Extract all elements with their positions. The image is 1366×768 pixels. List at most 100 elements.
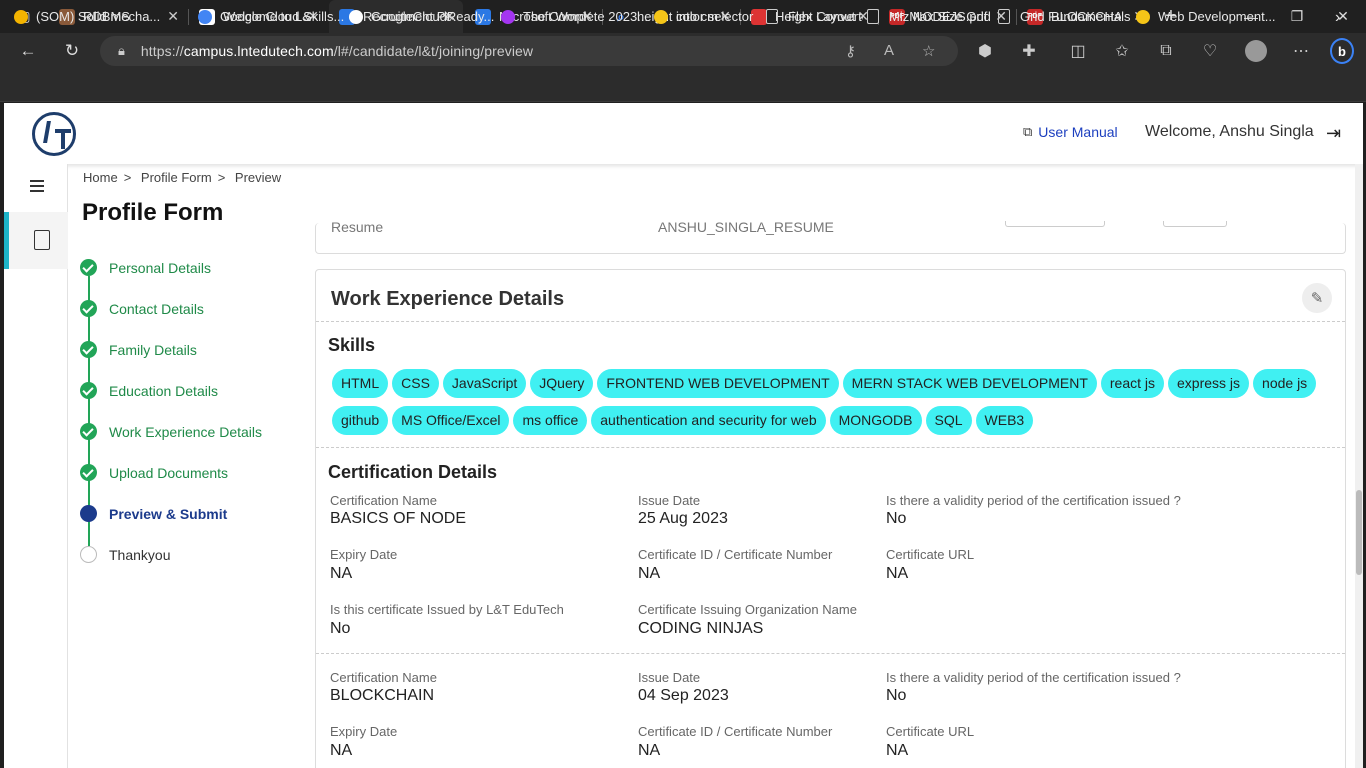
- page-icon: [766, 9, 778, 24]
- puzzle-icon[interactable]: ✚: [1017, 40, 1041, 62]
- resume-value: ANSHU_SINGLA_RESUME: [658, 219, 834, 235]
- field-value: NA: [638, 742, 661, 759]
- field-value: No: [886, 687, 907, 704]
- lnt-logo[interactable]: [32, 112, 76, 156]
- breadcrumb-separator: >: [217, 170, 226, 185]
- skill-chip: JQuery: [530, 369, 594, 398]
- logout-icon[interactable]: ⇥: [1326, 123, 1341, 144]
- bookmark-label: The Complete 2023...: [523, 9, 649, 24]
- bookmark-item[interactable]: MizMax Size Grid: [867, 9, 991, 24]
- skill-chip: WEB3: [975, 406, 1034, 435]
- bookmarks-overflow-icon[interactable]: ›: [1335, 9, 1340, 27]
- skill-chip: MS Office/Excel: [392, 406, 510, 435]
- edit-pencil-icon[interactable]: ✎: [1302, 283, 1332, 313]
- restore-icon[interactable]: ❐: [1274, 0, 1320, 33]
- address-bar[interactable]: 🔒︎ https://campus.lntedutech.com/l#/cand…: [100, 36, 958, 66]
- skills-heading: Skills: [328, 335, 376, 355]
- step-work-experience-details[interactable]: Work Experience Details: [80, 411, 262, 452]
- heart-icon[interactable]: ♡: [1198, 40, 1222, 62]
- bing-icon[interactable]: b: [1330, 38, 1354, 64]
- breadcrumb-profile-form[interactable]: Profile Form: [141, 170, 212, 185]
- collections-icon[interactable]: ⧉: [1154, 40, 1178, 62]
- close-window-icon[interactable]: ✕: [1320, 0, 1366, 33]
- field-label: Certificate Issuing Organization Name: [638, 602, 857, 617]
- field-value: 25 Aug 2023: [638, 510, 728, 527]
- step-contact-details[interactable]: Contact Details: [80, 288, 204, 329]
- skill-chip: github: [332, 406, 389, 435]
- step-family-details[interactable]: Family Details: [80, 329, 197, 370]
- bookmark-icon: [654, 9, 668, 24]
- close-tab-icon[interactable]: ✕: [167, 8, 179, 25]
- field-value: NA: [330, 565, 353, 582]
- page-scrollbar[interactable]: [1355, 164, 1363, 768]
- bookmark-label: Flex Layout: [788, 9, 856, 24]
- bookmark-label: Google Cloud Skills...: [220, 9, 345, 24]
- divider: [316, 447, 1345, 448]
- udemy-icon: [501, 9, 515, 24]
- bookmarks-bar: [0, 69, 1366, 102]
- bookmark-item[interactable]: The Complete 2023...: [501, 9, 648, 24]
- bookmark-label: (SOM) Solid mecha...: [36, 9, 161, 24]
- field-label: Certificate URL: [886, 547, 975, 562]
- download-button[interactable]: [1163, 221, 1227, 227]
- side-nav: [4, 164, 68, 768]
- upload-documents-card: Resume ANSHU_SINGLA_RESUME: [315, 219, 1346, 254]
- split-screen-icon[interactable]: ◫: [1066, 40, 1090, 62]
- resume-label: Resume: [331, 219, 384, 235]
- google-cloud-icon: [198, 9, 212, 24]
- field-label: Expiry Date: [330, 547, 398, 562]
- view-button[interactable]: [1005, 221, 1105, 227]
- field-value: 04 Sep 2023: [638, 687, 729, 704]
- step-education-details[interactable]: Education Details: [80, 370, 218, 411]
- sidebar-item-profile-form[interactable]: [4, 212, 68, 269]
- favorite-star-icon[interactable]: ☆: [922, 42, 935, 60]
- breadcrumb-separator: >: [123, 170, 132, 185]
- field-value: NA: [330, 742, 353, 759]
- skill-chip: HTML: [332, 369, 389, 398]
- skill-chip: react js: [1100, 369, 1164, 398]
- google-icon: [349, 9, 363, 24]
- step-label: Personal Details: [109, 259, 211, 276]
- check-icon: [80, 464, 97, 481]
- certification-heading: Certification Details: [328, 462, 498, 482]
- field-value: BLOCKCHAIN: [330, 687, 435, 704]
- step-upload-documents[interactable]: Upload Documents: [80, 452, 228, 493]
- step-preview-submit[interactable]: Preview & Submit: [80, 493, 227, 534]
- bookmark-item[interactable]: GoogleCloudReady...: [349, 9, 494, 24]
- divider: [316, 653, 1345, 654]
- breadcrumb-home[interactable]: Home: [83, 170, 118, 185]
- key-icon[interactable]: ⚷: [845, 42, 856, 60]
- bookmark-item[interactable]: Grid Fundamentals: [998, 9, 1131, 24]
- back-icon[interactable]: ←: [16, 40, 40, 62]
- skill-chip: SQL: [925, 406, 972, 435]
- skill-chip: JavaScript: [442, 369, 527, 398]
- form-checklist-icon: [34, 230, 50, 250]
- page-icon: [998, 9, 1010, 24]
- profile-avatar-icon[interactable]: [1244, 40, 1268, 62]
- bookmark-item[interactable]: Google Cloud Skills...: [198, 9, 344, 24]
- scrollbar-thumb[interactable]: [1356, 490, 1362, 575]
- bookmark-label: GoogleCloudReady...: [371, 9, 495, 24]
- bookmark-icon: [1136, 9, 1150, 24]
- bookmark-item[interactable]: color selector: [654, 9, 753, 24]
- skill-chip: FRONTEND WEB DEVELOPMENT: [597, 369, 839, 398]
- field-value: BASICS OF NODE: [330, 510, 467, 527]
- refresh-icon[interactable]: ↻: [60, 40, 84, 62]
- favorites-icon[interactable]: ✩: [1110, 40, 1134, 62]
- step-thankyou[interactable]: Thankyou: [80, 534, 170, 575]
- skill-chip: authentication and security for web: [591, 406, 826, 435]
- more-menu-icon[interactable]: ⋯: [1289, 40, 1313, 62]
- read-aloud-icon[interactable]: A: [884, 42, 894, 59]
- hamburger-menu-icon[interactable]: [30, 180, 44, 195]
- section-title: Work Experience Details: [331, 288, 565, 310]
- step-personal-details[interactable]: Personal Details: [80, 247, 211, 288]
- skill-chip: node js: [1253, 369, 1317, 398]
- bookmark-item[interactable]: Flex Layout: [766, 9, 855, 24]
- extension-icon[interactable]: ⬢: [973, 40, 997, 62]
- user-manual-link[interactable]: ⧉ User Manual: [1023, 124, 1118, 140]
- bookmark-item[interactable]: (SOM) Solid mecha...: [14, 9, 160, 24]
- skill-chip: express js: [1168, 369, 1250, 398]
- bookmark-label: color selector: [676, 9, 754, 24]
- bookmark-item[interactable]: Web Development...: [1136, 9, 1276, 24]
- field-label: Is there a validity period of the certif…: [886, 670, 1181, 685]
